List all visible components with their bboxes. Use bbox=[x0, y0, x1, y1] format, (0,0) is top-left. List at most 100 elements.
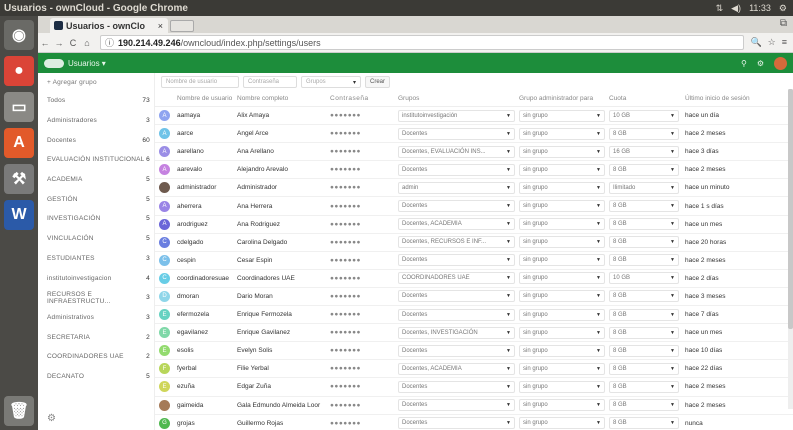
sidebar-group-item[interactable]: RECURSOS E INFRAESTRUCTU... 3 bbox=[38, 288, 154, 308]
sidebar-group-item[interactable]: Docentes 60 bbox=[38, 130, 154, 150]
avatar[interactable] bbox=[774, 56, 787, 70]
cell-fullname[interactable]: Alix Amaya bbox=[237, 112, 330, 119]
new-tab-button[interactable] bbox=[170, 20, 194, 32]
quota-select[interactable]: 8 GB ▼ bbox=[609, 218, 679, 231]
groups-select[interactable]: Docentes, ACADEMIA ▼ bbox=[398, 218, 515, 231]
owncloud-logo-icon[interactable] bbox=[44, 58, 64, 68]
menu-icon[interactable]: ≡ bbox=[782, 37, 787, 48]
cell-fullname[interactable]: Carolina Delgado bbox=[237, 239, 330, 246]
table-row[interactable]: A aamaya Alix Amaya ●●●●●●● institutoinv… bbox=[155, 107, 793, 126]
cell-password[interactable]: ●●●●●●● bbox=[330, 402, 398, 409]
subadmin-select[interactable]: sin grupo ▼ bbox=[519, 380, 605, 393]
software-center-icon[interactable]: A bbox=[4, 128, 34, 158]
table-row[interactable]: F fyerbal Filie Yerbal ●●●●●●● Docentes,… bbox=[155, 360, 793, 379]
create-user-button[interactable]: Crear bbox=[365, 76, 391, 88]
table-row[interactable]: A aarellano Ana Arellano ●●●●●●● Docente… bbox=[155, 143, 793, 162]
subadmin-select[interactable]: sin grupo ▼ bbox=[519, 218, 605, 231]
search-icon[interactable]: ⚲ bbox=[741, 59, 747, 68]
cell-fullname[interactable]: Ana Arellano bbox=[237, 148, 330, 155]
new-user-groups-select[interactable]: Grupos ▾ bbox=[301, 76, 361, 88]
groups-select[interactable]: Docentes ▼ bbox=[398, 127, 515, 140]
settings-gear-icon[interactable]: ⚙ bbox=[779, 3, 787, 14]
groups-select[interactable]: admin ▼ bbox=[398, 181, 515, 194]
cell-fullname[interactable]: Evelyn Solis bbox=[237, 347, 330, 354]
sidebar-group-item[interactable]: ESTUDIANTES 3 bbox=[38, 249, 154, 269]
groups-select[interactable]: Docentes ▼ bbox=[398, 344, 515, 357]
cell-fullname[interactable]: Gala Edmundo Almeida Loor bbox=[237, 402, 330, 409]
table-row[interactable]: C cdelgado Carolina Delgado ●●●●●●● Doce… bbox=[155, 234, 793, 252]
cell-fullname[interactable]: Enrique Gavilanez bbox=[237, 329, 330, 336]
cell-password[interactable]: ●●●●●●● bbox=[330, 221, 398, 228]
network-icon[interactable]: ⇅ bbox=[716, 3, 724, 14]
window-restore-icon[interactable]: ⧉ bbox=[780, 18, 787, 29]
groups-select[interactable]: Docentes, RECURSOS E INF... ▼ bbox=[398, 236, 515, 249]
quota-select[interactable]: 8 GB ▼ bbox=[609, 290, 679, 303]
sidebar-group-item[interactable]: INVESTIGACIÓN 5 bbox=[38, 209, 154, 229]
settings-gear-icon[interactable]: ⚙ bbox=[47, 413, 56, 424]
zoom-icon[interactable]: 🔍 bbox=[750, 37, 761, 48]
quota-select[interactable]: 8 GB ▼ bbox=[609, 362, 679, 375]
cell-fullname[interactable]: Dario Moran bbox=[237, 293, 330, 300]
quota-select[interactable]: 8 GB ▼ bbox=[609, 380, 679, 393]
quota-select[interactable]: Ilimitado ▼ bbox=[609, 181, 679, 194]
quota-select[interactable]: 8 GB ▼ bbox=[609, 236, 679, 249]
quota-select[interactable]: 10 GB ▼ bbox=[609, 272, 679, 285]
sidebar-group-item[interactable]: Administradores 3 bbox=[38, 111, 154, 131]
table-row[interactable]: G grojas Guillermo Rojas ●●●●●●● Docente… bbox=[155, 415, 793, 430]
groups-select[interactable]: COORDINADORES UAE ▼ bbox=[398, 272, 515, 285]
sidebar-group-item[interactable]: GESTIÓN 5 bbox=[38, 189, 154, 209]
subadmin-select[interactable]: sin grupo ▼ bbox=[519, 200, 605, 213]
cell-fullname[interactable]: Cesar Espin bbox=[237, 257, 330, 264]
subadmin-select[interactable]: sin grupo ▼ bbox=[519, 272, 605, 285]
groups-select[interactable]: Docentes ▼ bbox=[398, 254, 515, 267]
quota-select[interactable]: 8 GB ▼ bbox=[609, 344, 679, 357]
app-menu[interactable]: Usuarios ▾ bbox=[68, 59, 106, 68]
system-tray[interactable]: ⇅ ◀) 11:33 ⚙ bbox=[716, 3, 793, 14]
table-row[interactable]: E esolis Evelyn Solis ●●●●●●● Docentes ▼ … bbox=[155, 342, 793, 361]
cell-password[interactable]: ●●●●●●● bbox=[330, 365, 398, 372]
table-row[interactable]: C cespin Cesar Espin ●●●●●●● Docentes ▼ s… bbox=[155, 252, 793, 270]
sidebar-group-item[interactable]: ACADEMIA 5 bbox=[38, 170, 154, 190]
dash-icon[interactable]: ◉ bbox=[4, 20, 34, 50]
subadmin-select[interactable]: sin grupo ▼ bbox=[519, 290, 605, 303]
cell-password[interactable]: ●●●●●●● bbox=[330, 329, 398, 336]
subadmin-select[interactable]: sin grupo ▼ bbox=[519, 399, 605, 412]
groups-select[interactable]: Docentes ▼ bbox=[398, 380, 515, 393]
cell-password[interactable]: ●●●●●●● bbox=[330, 203, 398, 210]
back-icon[interactable]: ← bbox=[38, 38, 52, 48]
cell-password[interactable]: ●●●●●●● bbox=[330, 148, 398, 155]
table-row[interactable]: E efermozela Enrique Fermozela ●●●●●●● D… bbox=[155, 306, 793, 325]
reload-icon[interactable]: C bbox=[66, 38, 80, 48]
groups-select[interactable]: Docentes, ACADEMIA ▼ bbox=[398, 362, 515, 375]
sidebar-group-item[interactable]: COORDINADORES UAE 2 bbox=[38, 347, 154, 367]
cell-password[interactable]: ●●●●●●● bbox=[330, 311, 398, 318]
subadmin-select[interactable]: sin grupo ▼ bbox=[519, 417, 605, 430]
cell-fullname[interactable]: Filie Yerbal bbox=[237, 365, 330, 372]
home-icon[interactable]: ⌂ bbox=[80, 38, 94, 48]
quota-select[interactable]: 8 GB ▼ bbox=[609, 417, 679, 430]
subadmin-select[interactable]: sin grupo ▼ bbox=[519, 127, 605, 140]
quota-select[interactable]: 16 GB ▼ bbox=[609, 145, 679, 158]
cell-fullname[interactable]: Edgar Zuña bbox=[237, 383, 330, 390]
cell-fullname[interactable]: Enrique Fermozela bbox=[237, 311, 330, 318]
subadmin-select[interactable]: sin grupo ▼ bbox=[519, 308, 605, 321]
clock[interactable]: 11:33 bbox=[749, 3, 771, 14]
files-icon[interactable]: ▭ bbox=[4, 92, 34, 122]
cell-password[interactable]: ●●●●●●● bbox=[330, 383, 398, 390]
table-row[interactable]: D dmoran Dario Moran ●●●●●●● Docentes ▼ s… bbox=[155, 288, 793, 307]
quota-select[interactable]: 8 GB ▼ bbox=[609, 127, 679, 140]
scrollbar-thumb[interactable] bbox=[788, 89, 793, 329]
subadmin-select[interactable]: sin grupo ▼ bbox=[519, 163, 605, 176]
table-row[interactable]: E ezuña Edgar Zuña ●●●●●●● Docentes ▼ sin… bbox=[155, 378, 793, 397]
subadmin-select[interactable]: sin grupo ▼ bbox=[519, 181, 605, 194]
chrome-icon[interactable]: ● bbox=[4, 56, 34, 86]
subadmin-select[interactable]: sin grupo ▼ bbox=[519, 344, 605, 357]
quota-select[interactable]: 8 GB ▼ bbox=[609, 308, 679, 321]
tab-close-icon[interactable]: × bbox=[158, 21, 163, 31]
cell-password[interactable]: ●●●●●●● bbox=[330, 293, 398, 300]
quota-select[interactable]: 8 GB ▼ bbox=[609, 200, 679, 213]
groups-select[interactable]: Docentes, EVALUACIÓN INS... ▼ bbox=[398, 145, 515, 158]
new-username-input[interactable]: Nombre de usuario bbox=[161, 76, 239, 88]
scrollbar[interactable] bbox=[788, 89, 793, 409]
cell-fullname[interactable]: Administrador bbox=[237, 184, 330, 191]
